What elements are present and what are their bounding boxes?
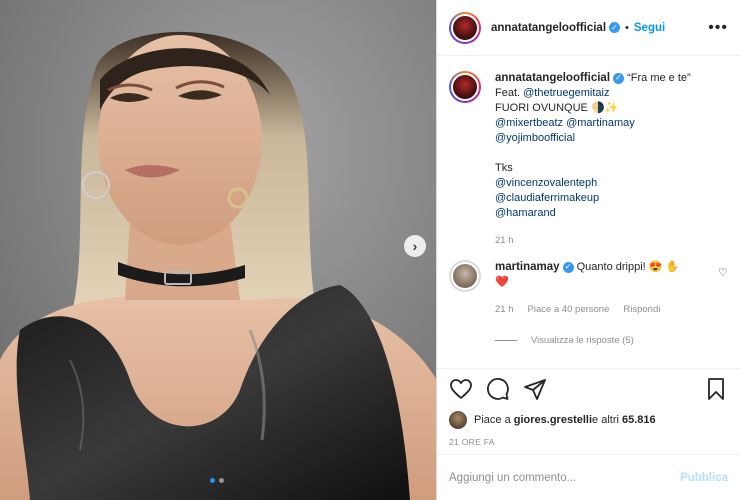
carousel-indicator bbox=[210, 478, 224, 483]
post-photo[interactable]: › bbox=[0, 0, 437, 500]
add-comment-bar: Pubblica bbox=[437, 454, 740, 500]
comments-section[interactable]: annatatangeloofficial ✓ “Fra me e te” Fea… bbox=[437, 57, 740, 367]
likes-suffix: e altri bbox=[592, 414, 619, 426]
share-send-icon[interactable] bbox=[523, 377, 547, 401]
verified-badge-icon: ✓ bbox=[562, 261, 574, 273]
likes-prefix: Piace a bbox=[474, 414, 511, 426]
mention-link[interactable]: @martinamay bbox=[566, 117, 635, 129]
author-avatar[interactable] bbox=[449, 11, 481, 44]
caption-tks: Tks bbox=[495, 162, 513, 174]
verified-badge-icon: ✓ bbox=[609, 22, 621, 33]
commenter-avatar[interactable] bbox=[449, 260, 481, 292]
mention-link[interactable]: @yojimboofficial bbox=[495, 132, 575, 144]
comment-bubble-icon[interactable] bbox=[486, 377, 510, 401]
liker-avatar[interactable] bbox=[449, 411, 467, 429]
like-comment-heart-icon[interactable]: ♡ bbox=[718, 266, 728, 279]
carousel-next-button[interactable]: › bbox=[404, 235, 426, 257]
portrait-illustration bbox=[0, 0, 436, 500]
caption-age[interactable]: 21 h bbox=[495, 233, 691, 248]
comment-item: martinamay ✓ Quanto drippi! 😍 ✋❤️ 21 h Pi… bbox=[449, 260, 728, 317]
mention-link[interactable]: @thetruegemitaiz bbox=[523, 87, 609, 99]
action-icons bbox=[449, 377, 728, 401]
comment-text: Quanto drippi! 😍 bbox=[576, 261, 663, 273]
view-replies-button[interactable]: Visualizza le risposte (5) bbox=[495, 335, 728, 346]
like-heart-icon[interactable] bbox=[449, 377, 473, 401]
follow-button[interactable]: Segui bbox=[634, 22, 665, 34]
replies-divider bbox=[495, 340, 517, 341]
caption-username[interactable]: annatatangeloofficial bbox=[495, 72, 610, 84]
liker-username[interactable]: giores.grestelli bbox=[514, 414, 592, 426]
commenter-username[interactable]: martinamay bbox=[495, 261, 560, 273]
reply-button[interactable]: Rispondi bbox=[623, 302, 660, 317]
comment-meta: 21 h Piace a 40 persone Rispondi bbox=[495, 302, 685, 317]
author-username[interactable]: annatatangeloofficial bbox=[491, 22, 606, 34]
more-options-icon[interactable]: ••• bbox=[708, 19, 728, 37]
mention-link[interactable]: @vincenzovalenteph bbox=[495, 177, 597, 189]
post-actions: Piace a giores.grestelli e altri 65.816 … bbox=[437, 368, 740, 447]
carousel-dot-active bbox=[210, 478, 215, 483]
save-bookmark-icon[interactable] bbox=[704, 377, 728, 401]
verified-badge-icon: ✓ bbox=[613, 72, 625, 84]
likes-count[interactable]: 65.816 bbox=[622, 414, 656, 426]
comment-body: martinamay ✓ Quanto drippi! 😍 ✋❤️ 21 h Pi… bbox=[495, 260, 685, 317]
view-replies-label: Visualizza le risposte (5) bbox=[531, 335, 634, 346]
separator-bullet: • bbox=[625, 21, 629, 34]
post-timestamp[interactable]: 21 ORE FA bbox=[449, 437, 728, 447]
comment-likes[interactable]: Piace a 40 persone bbox=[528, 302, 610, 317]
mention-link[interactable]: @hamarand bbox=[495, 207, 556, 219]
carousel-dot bbox=[219, 478, 224, 483]
feat-prefix: Feat. bbox=[495, 87, 524, 99]
mention-link[interactable]: @claudiaferrimakeup bbox=[495, 192, 599, 204]
caption-body: annatatangeloofficial ✓ “Fra me e te” Fea… bbox=[495, 71, 691, 248]
mention-link[interactable]: @mixertbeatz bbox=[495, 117, 563, 129]
comment-input[interactable] bbox=[449, 471, 681, 484]
comment-age[interactable]: 21 h bbox=[495, 302, 514, 317]
caption-text: “Fra me e te” bbox=[627, 72, 691, 84]
post-side-panel: annatatangeloofficial ✓ • Segui ••• anna… bbox=[437, 0, 740, 500]
post-header: annatatangeloofficial ✓ • Segui ••• bbox=[437, 0, 740, 56]
caption: annatatangeloofficial ✓ “Fra me e te” Fea… bbox=[449, 71, 728, 248]
publish-button[interactable]: Pubblica bbox=[680, 472, 728, 484]
caption-fuori: FUORI OVUNQUE 🌗✨ bbox=[495, 102, 619, 114]
caption-avatar[interactable] bbox=[449, 71, 481, 103]
likes-summary: Piace a giores.grestelli e altri 65.816 bbox=[449, 411, 728, 429]
